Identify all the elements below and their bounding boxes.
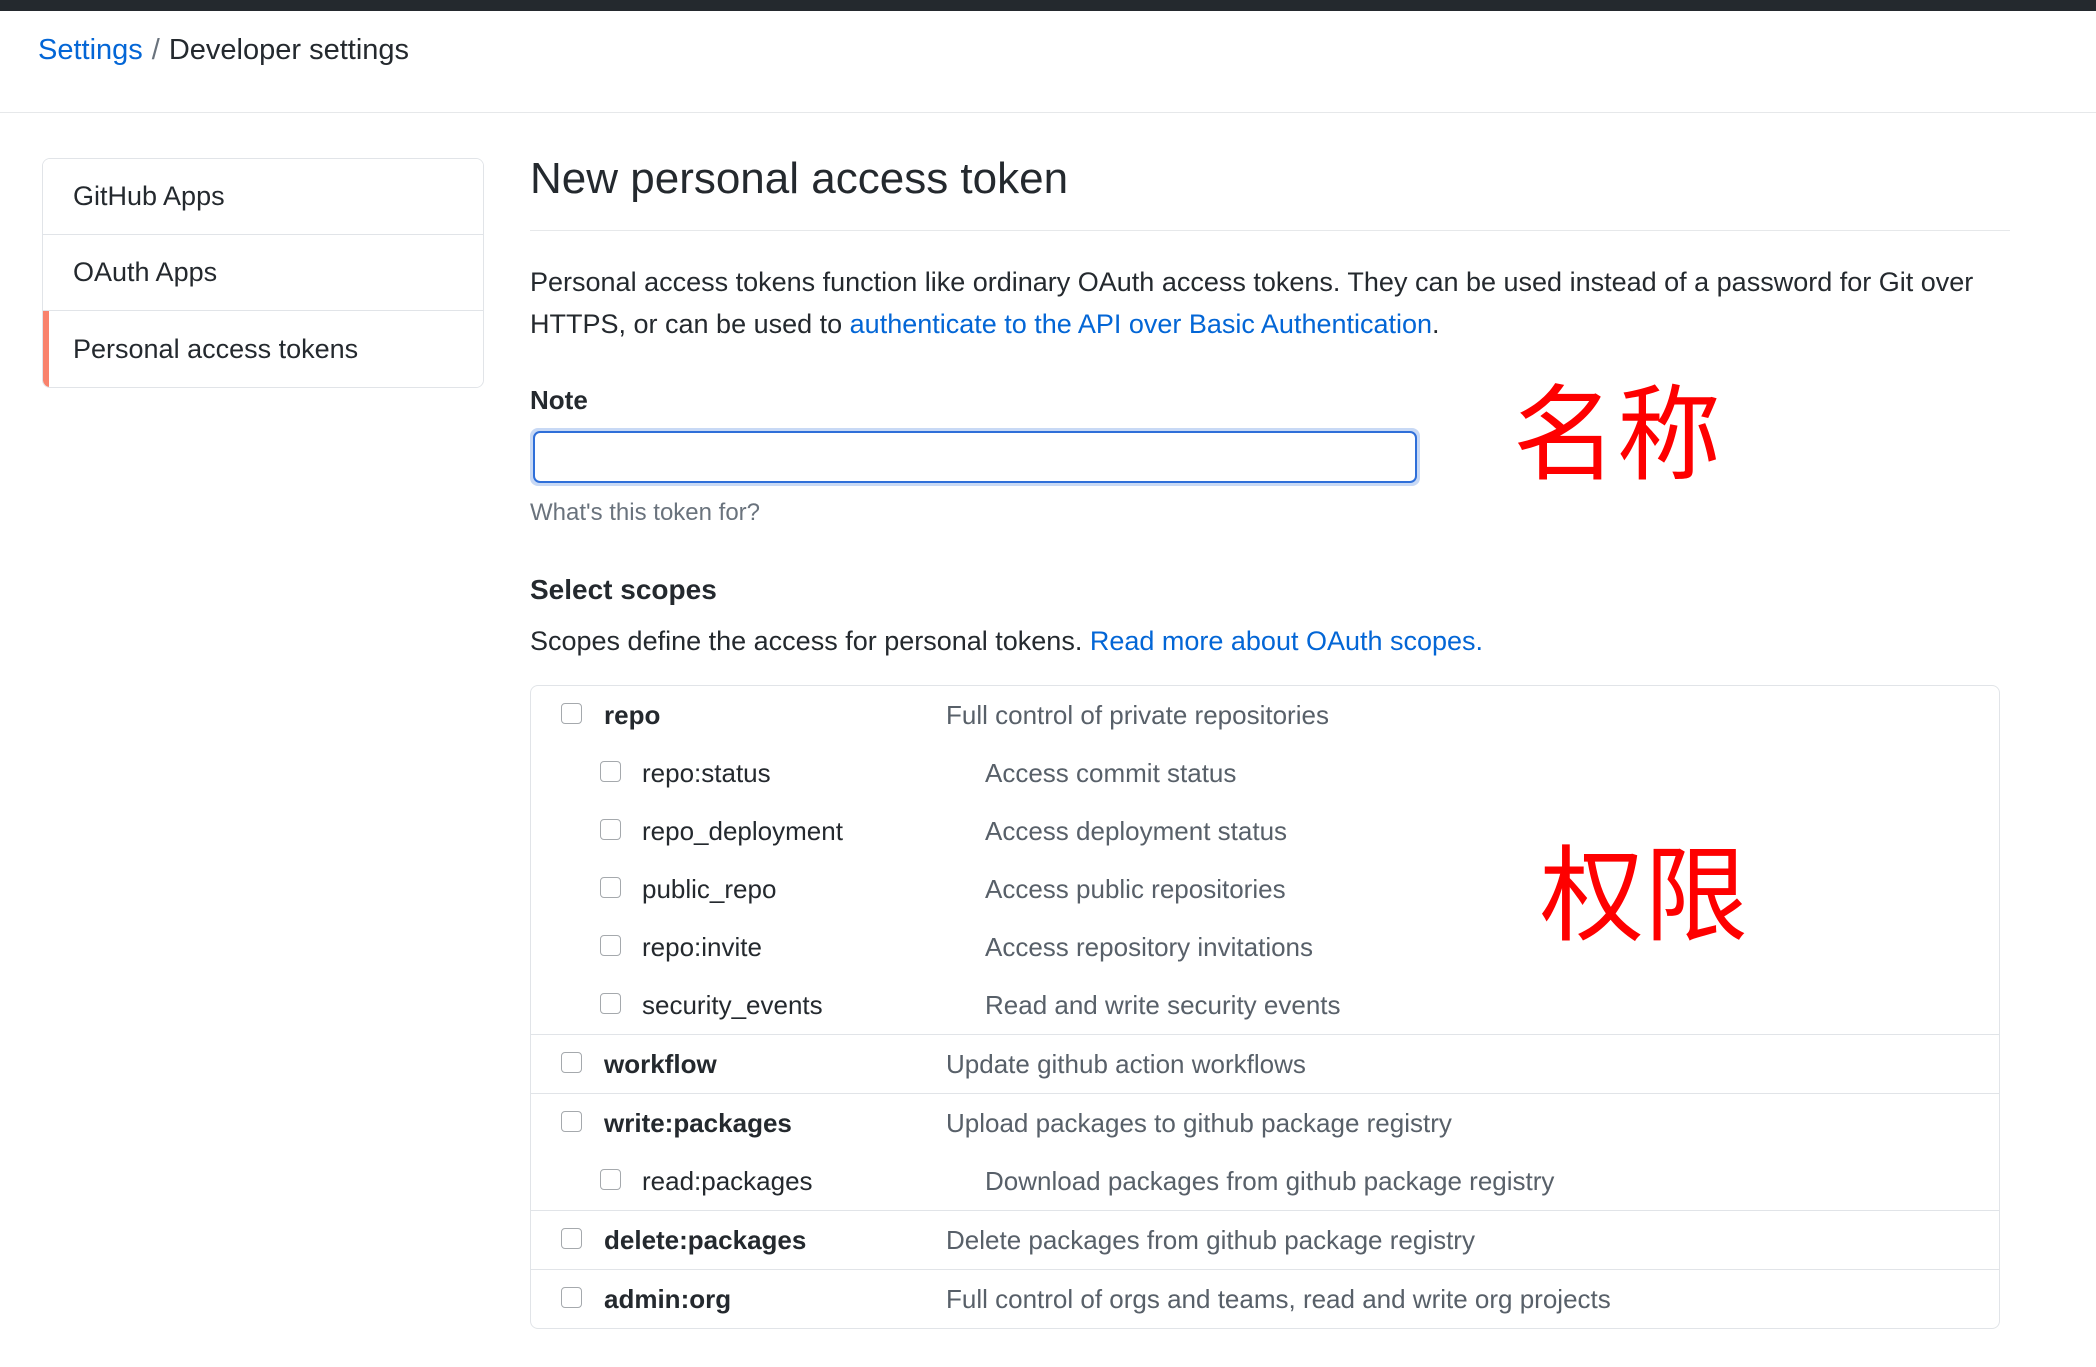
scope-checkbox-delete-packages[interactable] — [561, 1228, 582, 1249]
breadcrumb-settings-link[interactable]: Settings — [38, 34, 143, 66]
title-divider — [530, 230, 2010, 231]
scopes-panel: repo Full control of private repositorie… — [530, 685, 2000, 1329]
scope-row-admin-org[interactable]: admin:org Full control of orgs and teams… — [531, 1270, 1999, 1328]
scope-checkbox-repo-status[interactable] — [600, 761, 621, 782]
scope-row-workflow[interactable]: workflow Update github action workflows — [531, 1035, 1999, 1093]
intro-text-after: . — [1432, 309, 1440, 339]
header-divider — [0, 112, 2096, 113]
sidebar-item-github-apps[interactable]: GitHub Apps — [43, 159, 483, 235]
scope-row-repo-status[interactable]: repo:status Access commit status — [531, 744, 1999, 802]
scope-group-workflow: workflow Update github action workflows — [531, 1035, 1999, 1094]
page-title: New personal access token — [530, 154, 1069, 203]
scope-row-write-packages[interactable]: write:packages Upload packages to github… — [531, 1094, 1999, 1152]
scope-description: Full control of private repositories — [946, 700, 1329, 730]
scope-name: security_events — [642, 990, 823, 1020]
scope-checkbox-read-packages[interactable] — [600, 1169, 621, 1190]
note-input-focus-ring — [530, 428, 1420, 486]
scope-name: repo_deployment — [642, 816, 843, 846]
scope-name: public_repo — [642, 874, 777, 904]
scopes-description-text: Scopes define the access for personal to… — [530, 626, 1090, 656]
note-help-text: What's this token for? — [530, 499, 761, 526]
browser-top-strip — [0, 0, 2096, 11]
scope-name: repo — [604, 700, 661, 730]
scope-group-admin-org: admin:org Full control of orgs and teams… — [531, 1270, 1999, 1328]
sidebar-item-label: GitHub Apps — [73, 181, 225, 211]
main-content: New personal access token Personal acces… — [530, 150, 2010, 1329]
scope-description: Delete packages from github package regi… — [946, 1225, 1475, 1255]
oauth-scopes-link[interactable]: Read more about OAuth scopes. — [1090, 626, 1483, 656]
note-field-label: Note — [530, 385, 588, 415]
sidebar-item-label: OAuth Apps — [73, 257, 218, 287]
scope-description: Access repository invitations — [985, 932, 1314, 962]
scope-name: write:packages — [604, 1108, 792, 1138]
scope-name: admin:org — [604, 1284, 732, 1314]
sidebar-item-label: Personal access tokens — [73, 333, 359, 364]
scope-description: Download packages from github package re… — [985, 1166, 1555, 1196]
scope-checkbox-security-events[interactable] — [600, 993, 621, 1014]
scope-group-packages: write:packages Upload packages to github… — [531, 1094, 1999, 1211]
select-scopes-title: Select scopes — [530, 574, 717, 605]
scope-group-delete-packages: delete:packages Delete packages from git… — [531, 1211, 1999, 1270]
page-root: Settings / Developer settings GitHub Apps … — [0, 0, 2096, 1367]
scope-row-delete-packages[interactable]: delete:packages Delete packages from git… — [531, 1211, 1999, 1269]
scope-checkbox-repo-invite[interactable] — [600, 935, 621, 956]
scope-checkbox-write-packages[interactable] — [561, 1111, 582, 1132]
annotation-permission-label: 权限 — [1540, 835, 1749, 957]
scope-description: Upload packages to github package regist… — [946, 1108, 1452, 1138]
scope-checkbox-repo-deployment[interactable] — [600, 819, 621, 840]
scope-name: read:packages — [642, 1166, 813, 1196]
basic-authentication-link[interactable]: authenticate to the API over Basic Authe… — [850, 309, 1432, 339]
scope-row-repo-deployment[interactable]: repo_deployment Access deployment status — [531, 802, 1999, 860]
scope-row-repo-invite[interactable]: repo:invite Access repository invitation… — [531, 918, 1999, 976]
scope-row-public-repo[interactable]: public_repo Access public repositories — [531, 860, 1999, 918]
scope-description: Access commit status — [985, 758, 1237, 788]
intro-paragraph: Personal access tokens function like ord… — [530, 261, 2000, 345]
scope-name: repo:status — [642, 758, 771, 788]
scope-group-repo: repo Full control of private repositorie… — [531, 686, 1999, 1035]
sidebar-item-personal-access-tokens[interactable]: Personal access tokens — [43, 311, 483, 387]
scope-checkbox-public-repo[interactable] — [600, 877, 621, 898]
scopes-description: Scopes define the access for personal to… — [530, 626, 2010, 657]
scope-description: Update github action workflows — [946, 1049, 1306, 1079]
annotation-name-label: 名称 — [1513, 374, 1722, 496]
scope-name: repo:invite — [642, 932, 762, 962]
scope-row-repo[interactable]: repo Full control of private repositorie… — [531, 686, 1999, 744]
scope-row-security-events[interactable]: security_events Read and write security … — [531, 976, 1999, 1034]
breadcrumb-separator: / — [151, 34, 160, 66]
scope-description: Read and write security events — [985, 990, 1341, 1020]
scope-description: Full control of orgs and teams, read and… — [946, 1284, 1611, 1314]
scope-checkbox-workflow[interactable] — [561, 1052, 582, 1073]
breadcrumb-current: Developer settings — [168, 34, 410, 66]
scope-checkbox-admin-org[interactable] — [561, 1287, 582, 1308]
sidebar-nav: GitHub Apps OAuth Apps Personal access t… — [42, 158, 484, 388]
scope-name: workflow — [604, 1049, 717, 1079]
breadcrumb: Settings / Developer settings — [38, 30, 409, 70]
scope-checkbox-repo[interactable] — [561, 703, 582, 724]
scope-description: Access public repositories — [985, 874, 1286, 904]
scope-name: delete:packages — [604, 1225, 807, 1255]
scope-row-read-packages[interactable]: read:packages Download packages from git… — [531, 1152, 1999, 1210]
note-input[interactable] — [533, 431, 1417, 483]
sidebar-item-oauth-apps[interactable]: OAuth Apps — [43, 235, 483, 311]
scope-description: Access deployment status — [985, 816, 1288, 846]
